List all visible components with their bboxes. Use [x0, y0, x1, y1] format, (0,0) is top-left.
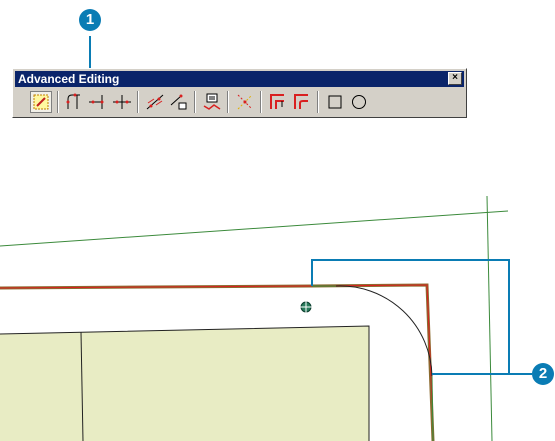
explode-multipart-button[interactable]: [168, 91, 190, 113]
fillet-tool-icon: [66, 93, 80, 109]
smooth-button[interactable]: [234, 91, 256, 113]
explode-multipart-icon: [170, 94, 187, 110]
circle-tool-button[interactable]: [348, 91, 370, 113]
road-line-top: [0, 210, 509, 247]
screenshot-stage: 1 2 Advanced Editing ×: [0, 0, 555, 441]
callout-2: 2: [532, 363, 554, 385]
generalize-button[interactable]: [201, 91, 223, 113]
toolbar-separator: [227, 91, 229, 113]
copy-parallel-button[interactable]: [267, 91, 289, 113]
edit-tool-button[interactable]: [30, 91, 52, 113]
close-button[interactable]: ×: [448, 72, 462, 85]
toolbar-titlebar[interactable]: Advanced Editing ×: [15, 71, 464, 87]
line-intersection-button[interactable]: [144, 91, 166, 113]
trim-tool-button[interactable]: [111, 91, 133, 113]
road-line-right: [486, 195, 493, 441]
trim-tool-icon: [113, 95, 131, 109]
toolbar-separator: [260, 91, 262, 113]
copy-parallel-icon: [270, 94, 284, 109]
extend-tool-icon: [89, 95, 104, 109]
advanced-editing-toolbar: Advanced Editing ×: [12, 68, 467, 118]
extend-tool-button[interactable]: [87, 91, 109, 113]
toolbar-title: Advanced Editing: [18, 72, 120, 86]
close-icon: ×: [452, 72, 458, 83]
edit-tool-icon: [33, 94, 49, 110]
toolbar-separator: [317, 91, 319, 113]
align-to-shape-button[interactable]: [291, 91, 313, 113]
toolbar-separator: [137, 91, 139, 113]
callout-1: 1: [79, 9, 101, 31]
align-to-shape-icon: [294, 94, 308, 109]
fillet-tool-button[interactable]: [63, 91, 85, 113]
toolbar-separator: [194, 91, 196, 113]
line-intersection-icon: [146, 94, 164, 110]
parcel-polygon[interactable]: [0, 326, 369, 441]
generalize-icon: [203, 93, 221, 110]
rectangle-icon: [328, 95, 342, 109]
circle-icon: [352, 95, 366, 109]
toolbar-separator: [57, 91, 59, 113]
rectangle-tool-button[interactable]: [324, 91, 346, 113]
crosshair-cursor-icon: [300, 301, 312, 313]
map-view[interactable]: [0, 0, 555, 441]
smooth-icon: [237, 94, 253, 110]
